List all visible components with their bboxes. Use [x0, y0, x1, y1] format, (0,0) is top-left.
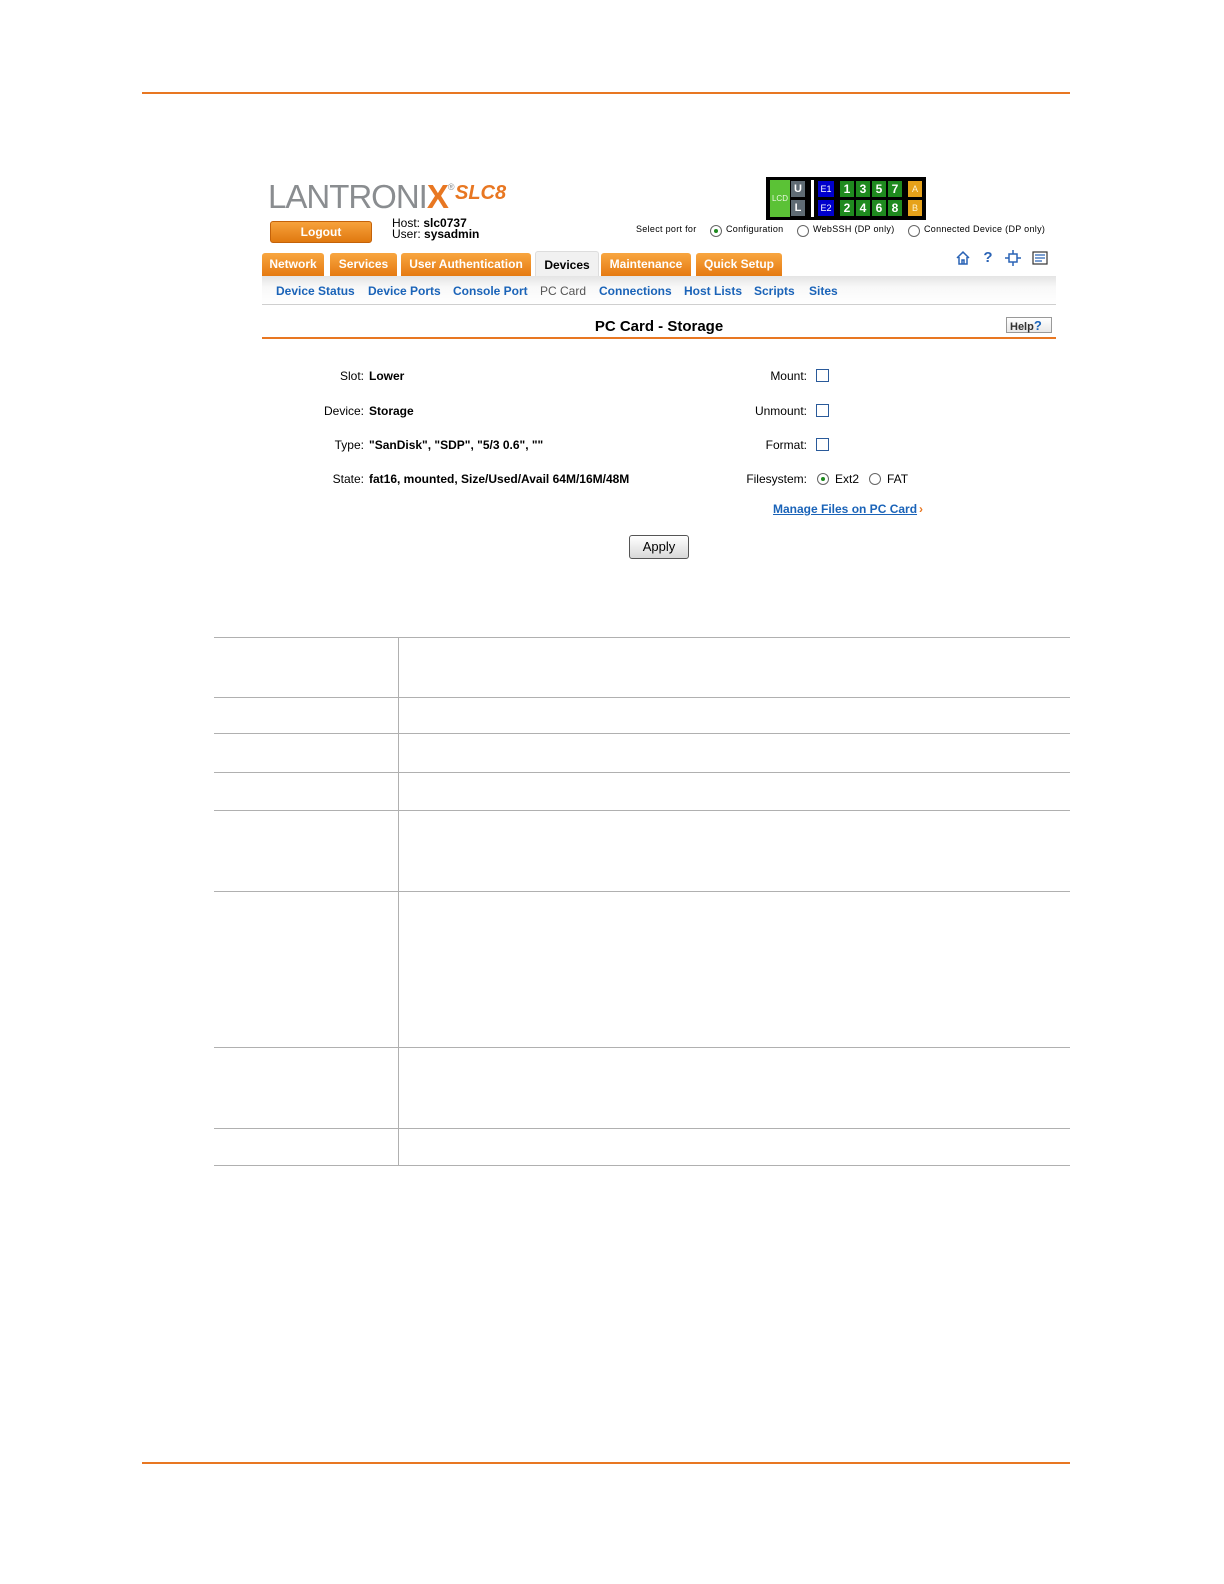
type-label: Type: — [334, 438, 364, 452]
tab-services[interactable]: Services — [330, 253, 397, 276]
tab-user-authentication[interactable]: User Authentication — [401, 253, 531, 276]
subnav-host-lists[interactable]: Host Lists — [684, 284, 742, 298]
table-row-divider — [214, 733, 1070, 734]
format-checkbox[interactable] — [816, 438, 829, 451]
help-mark: ? — [1033, 318, 1042, 333]
connected-device-option-label: Connected Device (DP only) — [924, 224, 1046, 234]
unmount-checkbox[interactable] — [816, 404, 829, 417]
subnav-sites[interactable]: Sites — [809, 284, 838, 298]
table-row-divider — [214, 1128, 1070, 1129]
mount-checkbox[interactable] — [816, 369, 829, 382]
configuration-radio[interactable] — [710, 225, 722, 237]
subnav-connections[interactable]: Connections — [599, 284, 672, 298]
sitemap-icon[interactable] — [1005, 250, 1021, 266]
title-divider — [262, 337, 1056, 339]
slot-value: Lower — [369, 369, 405, 383]
home-icon[interactable] — [955, 250, 971, 266]
usb-lower-port[interactable]: L — [791, 200, 805, 216]
pc-card-a-port[interactable]: A — [908, 181, 922, 197]
tab-quick-setup[interactable]: Quick Setup — [696, 253, 782, 276]
model-name: SLC8 — [455, 182, 507, 204]
select-port-label: Select port for — [636, 224, 697, 234]
eth2-port[interactable]: E2 — [818, 200, 834, 216]
help-button[interactable]: Help? — [1006, 317, 1052, 333]
type-value: "SanDisk", "SDP", "5/3 0.6", "" — [369, 438, 544, 452]
tab-network[interactable]: Network — [262, 253, 324, 276]
apply-button[interactable]: Apply — [629, 535, 689, 559]
table-border — [214, 637, 1070, 638]
lantronix-logo: LANTRONIX® — [268, 178, 454, 215]
subnav-device-ports[interactable]: Device Ports — [368, 284, 441, 298]
table-border — [214, 1165, 1070, 1166]
chevron-right-icon: › — [919, 502, 924, 516]
fat-radio[interactable] — [869, 473, 881, 485]
log-icon[interactable] — [1032, 250, 1048, 266]
help-label: Help — [1010, 321, 1034, 333]
configuration-option-label: Configuration — [726, 224, 784, 234]
ext2-radio[interactable] — [817, 473, 829, 485]
filesystem-label: Filesystem: — [746, 472, 807, 486]
table-row-divider — [214, 1047, 1070, 1048]
webssh-radio[interactable] — [797, 225, 809, 237]
tab-maintenance[interactable]: Maintenance — [601, 253, 691, 276]
table-row-divider — [214, 697, 1070, 698]
format-label: Format: — [765, 438, 807, 452]
unmount-label: Unmount: — [754, 404, 807, 418]
page-title: PC Card - Storage — [594, 318, 724, 335]
fat-label: FAT — [887, 472, 909, 486]
subnav-pc-card[interactable]: PC Card — [540, 284, 586, 298]
device-port-6[interactable]: 6 — [872, 200, 886, 216]
host-user-info: Host: slc0737 User: sysadmin — [392, 216, 480, 241]
port-separator — [811, 180, 814, 217]
help-icon[interactable]: ? — [980, 250, 996, 266]
device-port-2[interactable]: 2 — [840, 200, 854, 216]
mount-label: Mount: — [770, 369, 807, 383]
device-port-8[interactable]: 8 — [888, 200, 902, 216]
connected-device-radio[interactable] — [908, 225, 920, 237]
usb-upper-port[interactable]: U — [791, 181, 805, 197]
webssh-option-label: WebSSH (DP only) — [813, 224, 895, 234]
user-value: sysadmin — [424, 227, 480, 241]
lcd-port[interactable]: LCD — [770, 180, 790, 217]
tab-devices[interactable]: Devices — [535, 251, 599, 277]
ext2-label: Ext2 — [835, 472, 860, 486]
manage-files-link[interactable]: Manage Files on PC Card › — [773, 502, 923, 516]
device-port-3[interactable]: 3 — [856, 181, 870, 197]
table-row-divider — [214, 810, 1070, 811]
top-rule — [142, 92, 1070, 94]
eth1-port[interactable]: E1 — [818, 181, 834, 197]
subnav-console-port[interactable]: Console Port — [453, 284, 528, 298]
pc-card-b-port[interactable]: B — [908, 200, 922, 216]
device-port-4[interactable]: 4 — [856, 200, 870, 216]
state-label: State: — [332, 472, 364, 486]
device-value: Storage — [369, 404, 414, 418]
table-row-divider — [214, 772, 1070, 773]
bottom-rule — [142, 1462, 1070, 1464]
device-port-7[interactable]: 7 — [888, 181, 902, 197]
state-value: fat16, mounted, Size/Used/Avail 64M/16M/… — [369, 472, 630, 486]
table-column-divider — [398, 637, 399, 1166]
device-label: Device: — [323, 404, 364, 418]
subnav-scripts[interactable]: Scripts — [754, 284, 795, 298]
subnav-device-status[interactable]: Device Status — [276, 284, 355, 298]
device-port-5[interactable]: 5 — [872, 181, 886, 197]
port-status-panel: LCD U L E1 E2 1 3 5 7 2 4 6 8 A B — [766, 177, 926, 220]
device-port-1[interactable]: 1 — [840, 181, 854, 197]
slot-label: Slot: — [339, 369, 364, 383]
table-row-divider — [214, 891, 1070, 892]
logout-button[interactable]: Logout — [270, 221, 372, 243]
